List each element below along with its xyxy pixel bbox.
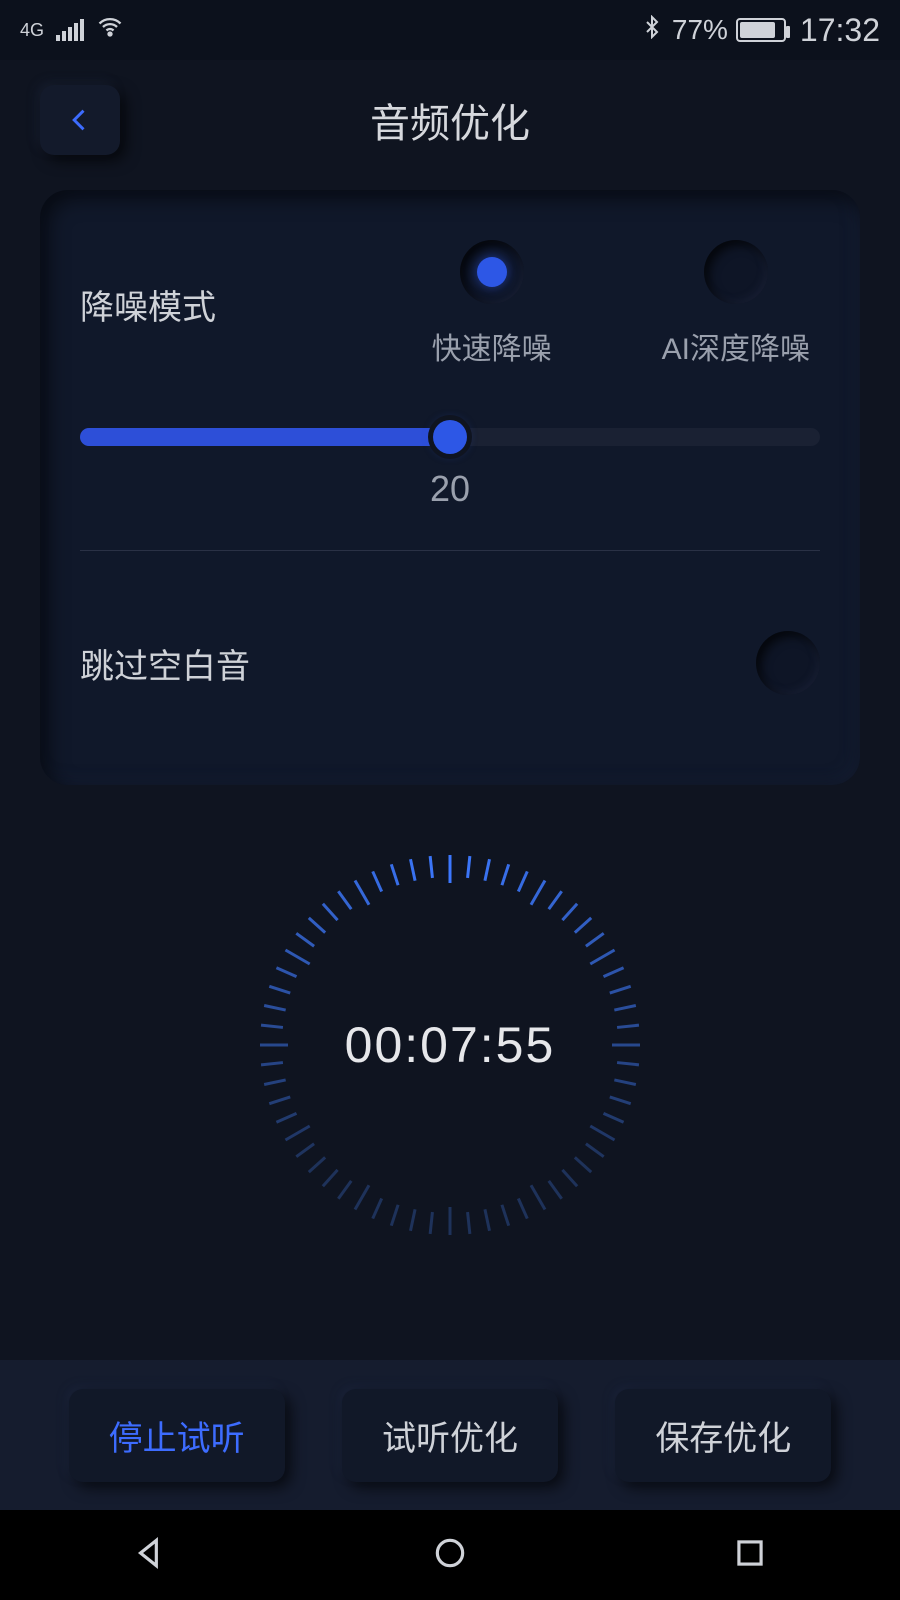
nav-back-icon[interactable] — [131, 1534, 169, 1577]
noise-slider[interactable] — [80, 428, 820, 446]
preview-optimize-button[interactable]: 试听优化 — [342, 1389, 558, 1482]
chevron-left-icon — [66, 106, 94, 134]
radio-fast-noise[interactable] — [460, 240, 524, 304]
skip-silence-toggle[interactable] — [756, 631, 820, 695]
noise-mode-label: 降噪模式 — [80, 280, 290, 329]
slider-value: 20 — [80, 468, 820, 510]
radio-ai-label: AI深度降噪 — [662, 324, 810, 368]
bottom-bar: 停止试听 试听优化 保存优化 — [0, 1360, 900, 1510]
battery-pct: 77% — [672, 14, 728, 46]
skip-silence-label: 跳过空白音 — [80, 639, 250, 688]
clock: 17:32 — [800, 12, 880, 49]
page-title: 音频优化 — [370, 91, 530, 149]
network-label: 4G — [20, 21, 44, 39]
slider-thumb[interactable] — [433, 420, 467, 454]
back-button[interactable] — [40, 85, 120, 155]
settings-card: 降噪模式 快速降噪 AI深度降噪 20 跳过空白音 — [40, 190, 860, 785]
status-bar: 4G 77% 17:32 — [0, 0, 900, 60]
radio-ai-noise[interactable] — [704, 240, 768, 304]
nav-home-icon[interactable] — [431, 1534, 469, 1577]
battery-icon — [736, 18, 786, 42]
timer-text: 00:07:55 — [260, 855, 640, 1235]
radio-fast-label: 快速降噪 — [432, 324, 552, 368]
timer-dial: 00:07:55 — [0, 855, 900, 1235]
bluetooth-icon — [640, 15, 664, 46]
stop-preview-button[interactable]: 停止试听 — [69, 1389, 285, 1482]
save-optimize-button[interactable]: 保存优化 — [615, 1389, 831, 1482]
wifi-icon — [96, 13, 124, 48]
nav-recent-icon[interactable] — [731, 1534, 769, 1577]
system-nav-bar — [0, 1510, 900, 1600]
app-header: 音频优化 — [0, 60, 900, 180]
signal-icon — [56, 19, 84, 41]
